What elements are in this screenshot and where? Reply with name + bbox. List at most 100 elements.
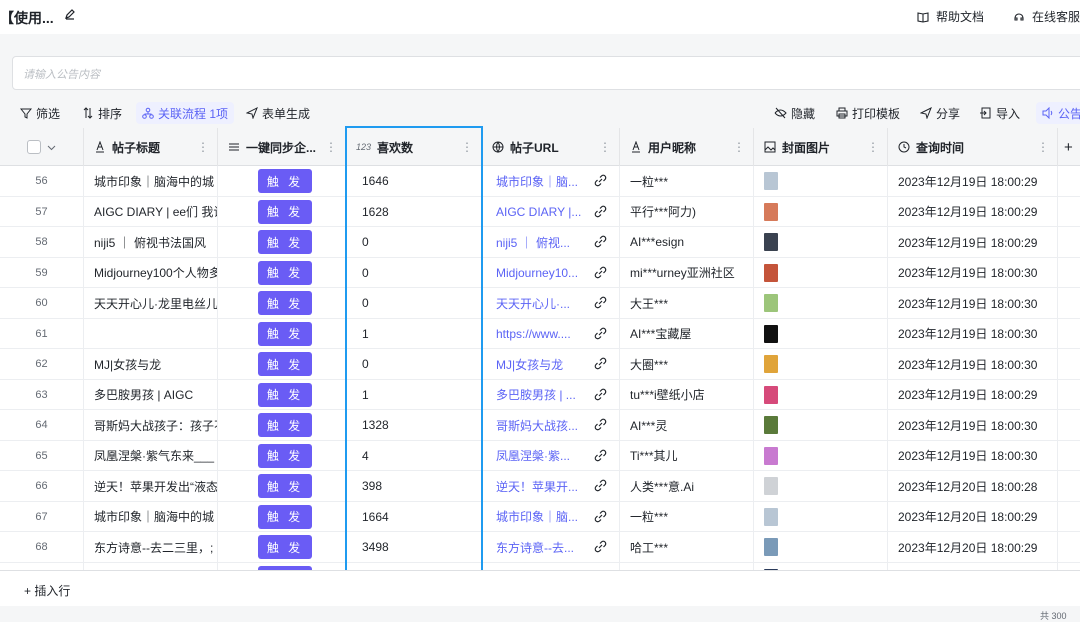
link-icon[interactable] xyxy=(594,235,607,248)
title-cell[interactable]: 天天开心儿·龙里电丝儿 xyxy=(84,288,218,318)
nickname-cell[interactable]: mi***urney亚洲社区 xyxy=(620,257,754,288)
likes-cell[interactable]: 2323 xyxy=(346,562,482,570)
query-time-cell[interactable]: 2023年12月19日 18:00:29 xyxy=(888,227,1058,257)
cover-cell[interactable] xyxy=(754,532,888,562)
table-row[interactable]: 65 凤凰涅槃·紫气东来___ 触 发 4 凤凰涅槃·紫... Ti***其儿 2023年1… xyxy=(0,440,1080,471)
sort-button[interactable]: 排序 xyxy=(82,102,122,124)
query-time-cell[interactable]: 2023年12月19日 18:00:29 xyxy=(888,166,1058,196)
print-template-button[interactable]: 打印模板 xyxy=(836,102,900,124)
url-cell[interactable]: niji5 ｜ 俯视... xyxy=(482,227,620,257)
query-time-cell[interactable]: 2023年12月19日 18:00:30 xyxy=(888,288,1058,318)
query-time-cell[interactable]: 2023年12月20日 18:00:29 xyxy=(888,532,1058,562)
cover-cell[interactable] xyxy=(754,440,888,471)
trigger-button[interactable]: 触 发 xyxy=(258,504,312,529)
table-row[interactable]: 67 城市印象｜脑海中的城 触 发 1664 城市印象｜脑... 一粒*** 2023年12… xyxy=(0,501,1080,532)
cover-cell[interactable] xyxy=(754,349,888,379)
link-icon[interactable] xyxy=(594,266,607,279)
url-link[interactable]: 凤凰涅槃·紫... xyxy=(496,447,570,464)
url-cell[interactable]: 天天开心儿·... xyxy=(482,288,620,318)
table-row[interactable]: 61 触 发 1 https://www.... AI***宝藏屋 2023年12月19日… xyxy=(0,318,1080,349)
cover-thumbnail[interactable] xyxy=(764,202,778,221)
cover-thumbnail[interactable] xyxy=(764,172,778,190)
link-icon[interactable] xyxy=(594,540,607,553)
document-title[interactable]: 【使用... xyxy=(0,8,54,28)
trigger-button[interactable]: 触 发 xyxy=(258,291,312,315)
link-icon[interactable] xyxy=(594,418,607,431)
nickname-cell[interactable]: 大王*** xyxy=(620,288,754,318)
link-icon[interactable] xyxy=(594,449,607,462)
title-cell[interactable]: niji5 ｜ 俯视书法国风 xyxy=(84,227,218,257)
cover-thumbnail[interactable] xyxy=(764,446,778,465)
column-header-title[interactable]: 帖子标题 ⋮ xyxy=(84,128,218,166)
online-service-button[interactable]: 在线客服 xyxy=(1012,8,1080,25)
title-cell[interactable]: 城市印象｜脑海中的城 xyxy=(84,166,218,196)
nickname-cell[interactable]: 哈工*** xyxy=(620,532,754,562)
cover-thumbnail[interactable] xyxy=(764,416,778,434)
table-row[interactable]: 68 东方诗意--去二三里，; 触 发 3498 东方诗意--去... 哈工*** 2023… xyxy=(0,532,1080,563)
hide-button[interactable]: 隐藏 xyxy=(774,102,815,124)
column-header-nickname[interactable]: 用户昵称 ⋮ xyxy=(620,128,754,166)
nickname-cell[interactable]: 一粒*** xyxy=(620,166,754,196)
title-cell[interactable]: 重庆新地标 | 江上草里 xyxy=(84,562,218,570)
cover-cell[interactable] xyxy=(754,227,888,257)
cover-cell[interactable] xyxy=(754,288,888,318)
likes-cell[interactable]: 3498 xyxy=(346,532,482,562)
query-time-cell[interactable]: 2023年12月19日 18:00:30 xyxy=(888,440,1058,471)
cover-thumbnail[interactable] xyxy=(764,324,778,343)
announcement-button[interactable]: 公告 xyxy=(1036,102,1080,124)
table-row[interactable]: 60 天天开心儿·龙里电丝儿 触 发 0 天天开心儿·... 大王*** 2023年12月1… xyxy=(0,288,1080,319)
url-cell[interactable]: 逆天！苹果开... xyxy=(482,471,620,501)
related-flow-button[interactable]: 关联流程 1项 xyxy=(136,102,235,124)
nickname-cell[interactable]: 人类***意.Ai xyxy=(620,471,754,501)
table-row[interactable]: 58 niji5 ｜ 俯视书法国风 触 发 0 niji5 ｜ 俯视... AI***es… xyxy=(0,227,1080,258)
url-link[interactable]: 东方诗意--去... xyxy=(496,539,574,556)
likes-cell[interactable]: 0 xyxy=(346,288,482,318)
title-cell[interactable]: 城市印象｜脑海中的城 xyxy=(84,501,218,532)
nickname-cell[interactable]: Ti***其儿 xyxy=(620,440,754,471)
column-more-icon[interactable]: ⋮ xyxy=(599,140,611,154)
column-more-icon[interactable]: ⋮ xyxy=(867,140,879,154)
cover-cell[interactable] xyxy=(754,257,888,288)
insert-row-button[interactable]: + 插入行 xyxy=(24,582,70,599)
url-link[interactable]: https://www.... xyxy=(496,327,571,341)
title-cell[interactable] xyxy=(84,318,218,349)
cover-cell[interactable] xyxy=(754,318,888,349)
title-cell[interactable]: 多巴胺男孩 | AIGC xyxy=(84,379,218,410)
table-row[interactable]: 66 逆天！苹果开发出“液态 触 发 398 逆天！苹果开... 人类***意.Ai 202… xyxy=(0,471,1080,502)
nickname-cell[interactable]: tu***i壁纸小店 xyxy=(620,379,754,410)
query-time-cell[interactable]: 2023年12月19日 18:00:30 xyxy=(888,349,1058,379)
link-icon[interactable] xyxy=(594,510,607,523)
trigger-button[interactable]: 触 发 xyxy=(258,443,312,468)
cover-thumbnail[interactable] xyxy=(764,385,778,404)
cover-thumbnail[interactable] xyxy=(764,538,778,556)
trigger-button[interactable]: 触 发 xyxy=(258,535,312,559)
cover-thumbnail[interactable] xyxy=(764,263,778,282)
import-button[interactable]: 导入 xyxy=(980,102,1020,124)
url-cell[interactable]: Midjourney10... xyxy=(482,257,620,288)
title-cell[interactable]: AIGC DIARY | ee们 我让 xyxy=(84,196,218,227)
form-generate-button[interactable]: 表单生成 xyxy=(246,102,310,124)
cover-thumbnail[interactable] xyxy=(764,294,778,312)
link-icon[interactable] xyxy=(594,205,607,218)
trigger-button[interactable]: 触 发 xyxy=(258,382,312,407)
table-row[interactable]: 59 Midjourney100个人物多 触 发 0 Midjourney10... mi… xyxy=(0,257,1080,288)
url-link[interactable]: 城市印象｜脑... xyxy=(496,508,578,525)
url-link[interactable]: AIGC DIARY |... xyxy=(496,205,581,219)
trigger-button[interactable]: 触 发 xyxy=(258,352,312,376)
table-row[interactable]: 62 MJ|女孩与龙触 发 0 MJ|女孩与龙 大圈*** 2023年12月19日 18:… xyxy=(0,349,1080,380)
trigger-button[interactable]: 触 发 xyxy=(258,199,312,224)
likes-cell[interactable]: 1664 xyxy=(346,501,482,532)
title-cell[interactable]: 凤凰涅槃·紫气东来___ xyxy=(84,440,218,471)
column-header-likes[interactable]: 123 喜欢数 ⋮ xyxy=(346,128,482,166)
query-time-cell[interactable]: 2023年12月19日 18:00:29 xyxy=(888,196,1058,227)
likes-cell[interactable]: 0 xyxy=(346,349,482,379)
nickname-cell[interactable]: 平行***阿力) xyxy=(620,196,754,227)
url-cell[interactable]: https://www.... xyxy=(482,318,620,349)
column-more-icon[interactable]: ⋮ xyxy=(197,140,209,154)
cover-cell[interactable] xyxy=(754,166,888,196)
column-more-icon[interactable]: ⋮ xyxy=(325,140,337,154)
query-time-cell[interactable]: 2023年12月19日 18:00:29 xyxy=(888,379,1058,410)
likes-cell[interactable]: 1 xyxy=(346,379,482,410)
add-column-button[interactable]: + xyxy=(1058,128,1080,166)
nickname-cell[interactable]: AI***宝藏屋 xyxy=(620,318,754,349)
